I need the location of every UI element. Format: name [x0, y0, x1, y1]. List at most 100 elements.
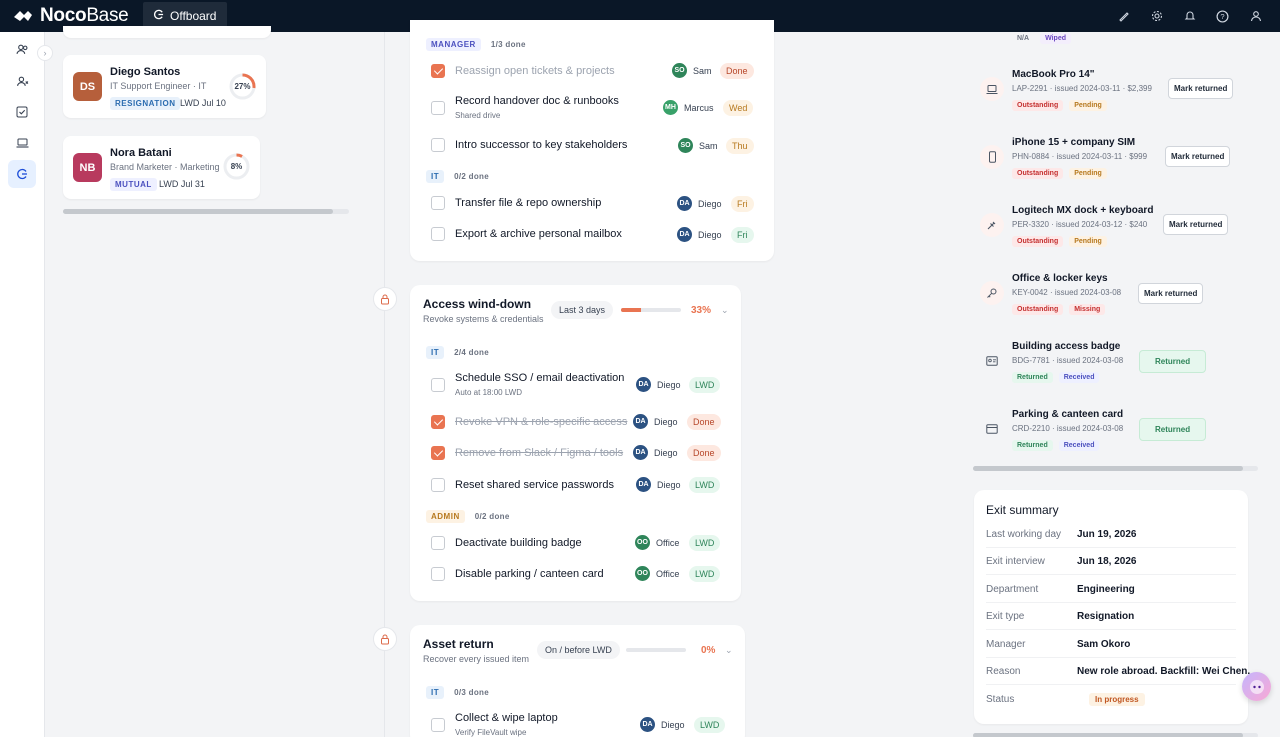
summary-key: Status	[986, 694, 1015, 705]
task-label: Transfer file & repo ownership	[455, 197, 602, 209]
stage-lock-icon	[373, 287, 397, 311]
summary-title: Exit summary	[986, 503, 1059, 517]
assignee-name: Office	[656, 568, 680, 579]
task-checkbox[interactable]	[431, 446, 445, 460]
due-badge: Done	[687, 414, 721, 430]
task-label: Record handover doc & runbooks	[455, 95, 619, 107]
avatar: DA	[677, 227, 692, 242]
avatar: DA	[677, 196, 692, 211]
collapse-chevron-icon[interactable]: ›	[37, 45, 53, 61]
asset-name: Parking & canteen card	[1012, 409, 1124, 420]
asset-meta: PHN-0884 · issued 2024-03-11 · $999	[1012, 152, 1148, 161]
person-add-icon[interactable]	[8, 67, 36, 95]
status-badge: Pending	[1069, 168, 1107, 179]
task-checkbox[interactable]	[431, 718, 445, 732]
task-label: Export & archive personal mailbox	[455, 228, 622, 240]
status-badge: Returned	[1012, 372, 1053, 383]
mark-returned-button[interactable]: Mark returned	[1163, 214, 1229, 235]
task-checkbox[interactable]	[431, 415, 445, 429]
employee-name: Nora Batani	[110, 147, 172, 159]
employee-scrollbar[interactable]	[63, 209, 349, 214]
summary-key: Last working day	[986, 529, 1062, 540]
assignee-name: Diego	[698, 198, 722, 209]
assignee-name: Office	[656, 537, 680, 548]
help-icon[interactable]: ?	[1206, 0, 1239, 32]
mark-returned-button[interactable]: Mark returned	[1138, 283, 1204, 304]
task-assignee: DA Diego	[636, 377, 681, 392]
summary-key: Manager	[986, 639, 1026, 650]
summary-scrollbar[interactable]	[973, 733, 1258, 737]
task-assignee: DA Diego	[633, 414, 678, 429]
scrollbar-thumb[interactable]	[63, 209, 333, 214]
assignee-name: Diego	[657, 479, 681, 490]
task-label: Revoke VPN & role-specific access	[455, 416, 628, 428]
avatar: MH	[663, 100, 678, 115]
stage-card-access: Access wind-down Revoke systems & creden…	[410, 285, 741, 601]
mark-returned-button[interactable]: Mark returned	[1165, 146, 1231, 167]
status-badge: Returned	[1012, 440, 1053, 451]
gear-icon[interactable]	[1140, 0, 1173, 32]
stage-progress-percent: 33%	[691, 305, 712, 316]
laptop-icon[interactable]	[8, 129, 36, 157]
avatar: NB	[73, 153, 102, 182]
app-logo[interactable]: NocoBase	[0, 5, 142, 27]
task-checkbox[interactable]	[431, 478, 445, 492]
due-badge: LWD	[689, 535, 721, 551]
employee-card[interactable]: NB Nora Batani Brand Marketer · Marketin…	[63, 136, 260, 199]
task-checkbox[interactable]	[431, 378, 445, 392]
offboard-nav-icon[interactable]	[8, 160, 36, 188]
task-note: Auto at 18:00 LWD	[455, 388, 522, 397]
scrollbar-thumb[interactable]	[973, 466, 1243, 471]
avatar: DA	[636, 477, 651, 492]
people-icon[interactable]	[8, 35, 36, 63]
task-assignee: SO Sam	[678, 138, 718, 153]
returned-button[interactable]: Returned	[1139, 350, 1207, 373]
task-assignee: DA Diego	[677, 196, 722, 211]
task-checkbox[interactable]	[431, 567, 445, 581]
avatar: DA	[633, 445, 648, 460]
tab-offboard-label: Offboard	[170, 9, 217, 23]
group-done-count: 0/2 done	[474, 512, 510, 521]
employee-card[interactable]: DS Diego Santos IT Support Engineer · IT…	[63, 55, 266, 118]
stage-card-assets: Asset return Recover every issued item O…	[410, 625, 745, 737]
assignee-name: Diego	[698, 229, 722, 240]
task-label: Reassign open tickets & projects	[455, 65, 615, 77]
assignee-name: Sam	[693, 65, 712, 76]
group-tag: ADMIN	[426, 510, 465, 523]
due-badge: Fri	[731, 196, 754, 212]
asset-scrollbar[interactable]	[973, 466, 1258, 471]
task-checkbox[interactable]	[431, 227, 445, 241]
status-badge: Wiped	[1040, 33, 1071, 44]
group-done-count: 2/4 done	[454, 348, 489, 357]
group-done-count: 1/3 done	[490, 40, 526, 49]
assistant-icon	[1249, 679, 1264, 694]
task-checkbox[interactable]	[431, 138, 445, 152]
employee-card-partial[interactable]	[63, 26, 271, 38]
bell-icon[interactable]	[1173, 0, 1206, 32]
summary-row: Exit interview Jun 18, 2026	[986, 548, 1236, 575]
checklist-icon[interactable]	[8, 98, 36, 126]
status-badge: N/A	[1012, 33, 1035, 44]
summary-value: New role abroad. Backfill: Wei Chen.	[1077, 666, 1251, 677]
assistant-avatar-button[interactable]	[1242, 672, 1271, 701]
task-checkbox[interactable]	[431, 196, 445, 210]
summary-value: Jun 19, 2026	[1077, 529, 1137, 540]
chevron-down-icon[interactable]: ⌄	[725, 645, 733, 656]
task-checkbox[interactable]	[431, 64, 445, 78]
stage-title: Asset return	[423, 637, 494, 651]
summary-row: Manager Sam Okoro	[986, 631, 1236, 658]
status-badge: Outstanding	[1012, 304, 1064, 315]
user-icon[interactable]	[1239, 0, 1272, 32]
task-checkbox[interactable]	[431, 536, 445, 550]
brush-icon[interactable]	[1107, 0, 1140, 32]
summary-row: Status In progress	[986, 686, 1236, 713]
chevron-down-icon[interactable]: ⌄	[721, 305, 729, 316]
task-checkbox[interactable]	[431, 101, 445, 115]
summary-key: Exit type	[986, 611, 1025, 622]
mark-returned-button[interactable]: Mark returned	[1168, 78, 1234, 99]
asset-name: Building access badge	[1012, 341, 1121, 352]
stage-progress-fill	[621, 308, 641, 312]
returned-button[interactable]: Returned	[1139, 418, 1207, 441]
scrollbar-thumb[interactable]	[973, 733, 1243, 737]
asset-name: iPhone 15 + company SIM	[1012, 137, 1136, 148]
